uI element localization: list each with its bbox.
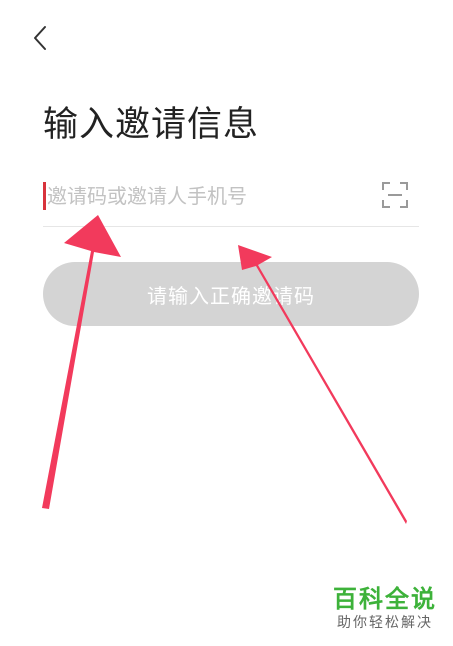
text-cursor [43,182,46,210]
watermark-subtitle: 助你轻松解决 [337,615,433,631]
invite-code-input[interactable] [47,170,373,222]
scan-frame-icon [382,182,408,208]
watermark-title: 百科全说 [333,585,437,613]
submit-invite-button[interactable]: 请输入正确邀请码 [43,262,419,326]
scan-button[interactable] [381,181,409,209]
back-button[interactable] [22,18,58,58]
watermark: 百科全说 助你轻松解决 [333,584,437,632]
invite-code-field[interactable] [43,170,419,227]
page-title: 输入邀请信息 [43,105,260,145]
arrow-to-input-icon [42,215,121,509]
chevron-left-icon [34,26,46,50]
